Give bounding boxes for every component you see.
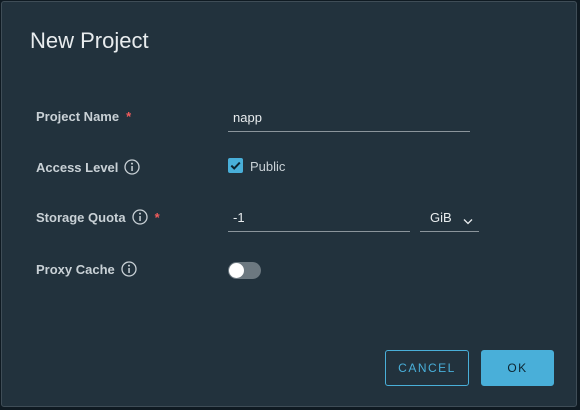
storage-quota-input[interactable] [228, 204, 410, 232]
info-icon[interactable] [124, 159, 141, 175]
access-level-row: Access Level Public [36, 154, 556, 180]
info-icon[interactable] [121, 261, 137, 277]
cancel-button[interactable]: CANCEL [385, 350, 469, 386]
proxy-cache-label-text: Proxy Cache [36, 261, 115, 277]
required-mark: * [154, 209, 160, 225]
chevron-down-icon [463, 213, 473, 228]
project-name-input[interactable] [228, 104, 470, 132]
check-icon [228, 158, 243, 173]
access-level-label-text: Access Level [36, 159, 119, 175]
quota-unit-select[interactable]: GiB [420, 204, 479, 232]
project-name-label: Project Name * [36, 109, 131, 124]
access-level-label: Access Level [36, 159, 141, 175]
public-checkbox-label[interactable]: Public [250, 159, 285, 174]
proxy-cache-label: Proxy Cache [36, 261, 137, 277]
public-checkbox[interactable] [228, 158, 243, 173]
ok-button[interactable]: OK [481, 350, 554, 386]
storage-quota-row: Storage Quota * GiB [36, 204, 556, 232]
proxy-cache-toggle[interactable] [228, 262, 261, 279]
proxy-cache-row: Proxy Cache [36, 256, 556, 282]
storage-quota-label: Storage Quota * [36, 209, 160, 225]
required-mark: * [126, 109, 132, 124]
new-project-dialog: New Project Project Name * Access Level [1, 1, 577, 407]
project-name-label-text: Project Name [36, 109, 120, 124]
dialog-title: New Project [30, 28, 149, 53]
quota-unit-value: GiB [430, 210, 452, 225]
info-icon[interactable] [131, 209, 148, 225]
storage-quota-label-text: Storage Quota [36, 209, 126, 225]
toggle-knob [229, 263, 244, 278]
project-name-row: Project Name * [36, 104, 556, 132]
